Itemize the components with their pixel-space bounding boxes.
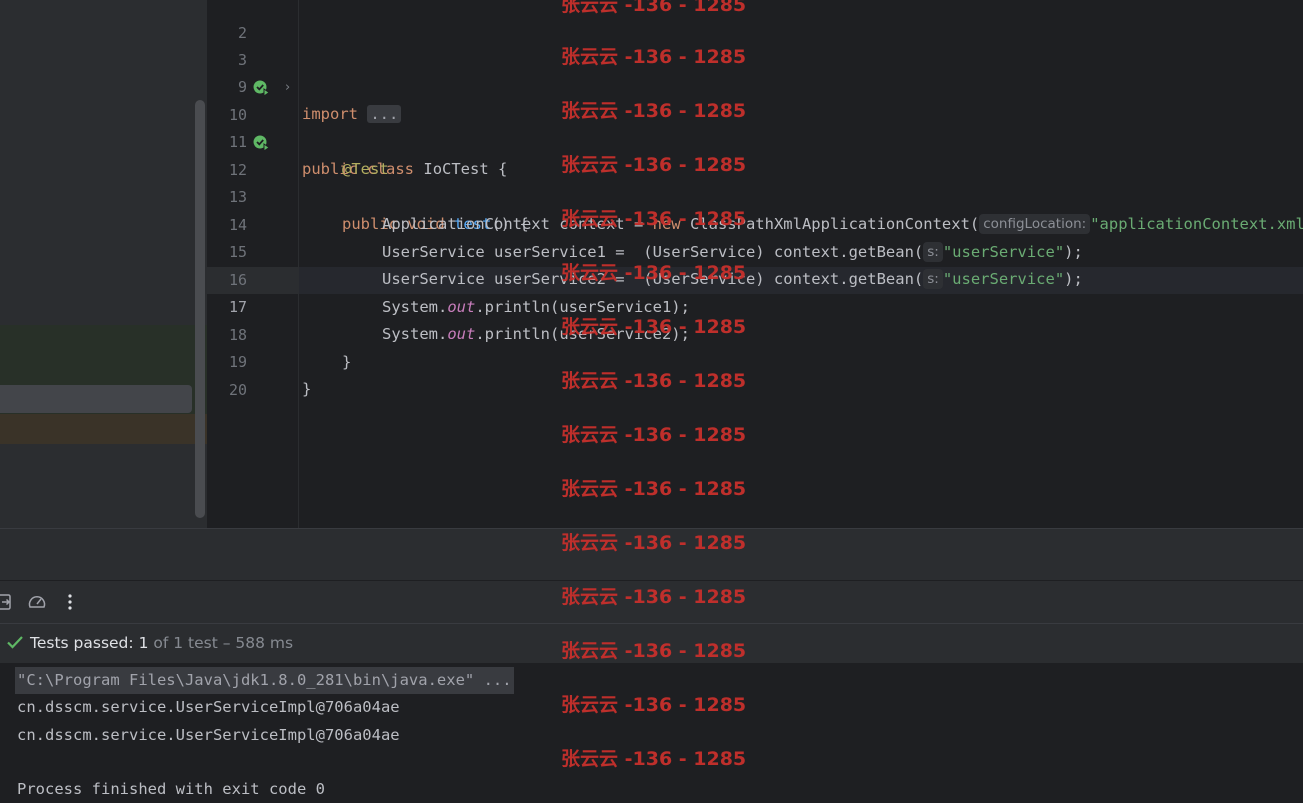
console-line: cn.dsscm.service.UserServiceImpl@706a04a…: [17, 698, 400, 716]
more-vertical-icon[interactable]: [60, 592, 80, 612]
tests-passed-count: 1: [138, 634, 149, 652]
code-line[interactable]: 20: [207, 350, 1303, 399]
code-line-current[interactable]: 17 System.out.println(userService2);: [207, 267, 1303, 343]
export-icon[interactable]: [0, 592, 16, 612]
code-line[interactable]: 18 }: [207, 295, 1303, 371]
tests-status-label: Tests passed:: [30, 634, 134, 652]
console-command-line[interactable]: "C:\Program Files\Java\jdk1.8.0_281\bin\…: [15, 667, 514, 694]
run-test-icon[interactable]: [253, 135, 270, 152]
code-line[interactable]: 13 ApplicationContext context = new Clas…: [207, 157, 1303, 234]
line-number: 20: [228, 381, 247, 399]
code-line[interactable]: 3 › import ...: [207, 20, 1303, 123]
check-icon: [7, 636, 23, 649]
project-panel: [0, 0, 207, 528]
panel-divider[interactable]: [0, 528, 1303, 581]
modified-file-highlight: [0, 414, 207, 444]
console-output[interactable]: "C:\Program Files\Java\jdk1.8.0_281\bin\…: [0, 663, 1303, 798]
speedometer-icon[interactable]: [27, 592, 47, 612]
test-status-bar: Tests passed: 1 of 1 test – 588 ms: [0, 623, 1303, 664]
code-text: }: [302, 380, 312, 398]
tests-meta: of 1 test – 588 ms: [153, 634, 294, 652]
run-test-icon[interactable]: [253, 80, 270, 97]
tests-summary: Tests passed: 1 of 1 test – 588 ms: [30, 624, 293, 662]
code-line[interactable]: 11 @Test: [207, 102, 1303, 178]
code-line[interactable]: 15 UserService userService2 = (UserServi…: [207, 212, 1303, 289]
selected-tree-item[interactable]: [0, 385, 192, 413]
run-toolbar: [0, 580, 1303, 623]
code-editor[interactable]: 2 3 › import ... 9 10 public class IoCTe…: [207, 0, 1303, 528]
code-line[interactable]: 9: [207, 47, 1303, 96]
code-line[interactable]: 19 }: [207, 322, 1303, 398]
code-line[interactable]: 12 public void test() {: [207, 130, 1303, 233]
code-line[interactable]: 10 public class IoCTest {: [207, 75, 1303, 178]
console-line: Process finished with exit code 0: [17, 780, 325, 798]
project-scrollbar[interactable]: [195, 100, 205, 518]
code-line[interactable]: 14 UserService userService1 = (UserServi…: [207, 185, 1303, 262]
code-line[interactable]: 16 System.out.println(userService1);: [207, 240, 1303, 316]
code-line[interactable]: 2: [207, 0, 1303, 42]
console-line: cn.dsscm.service.UserServiceImpl@706a04a…: [17, 726, 400, 744]
